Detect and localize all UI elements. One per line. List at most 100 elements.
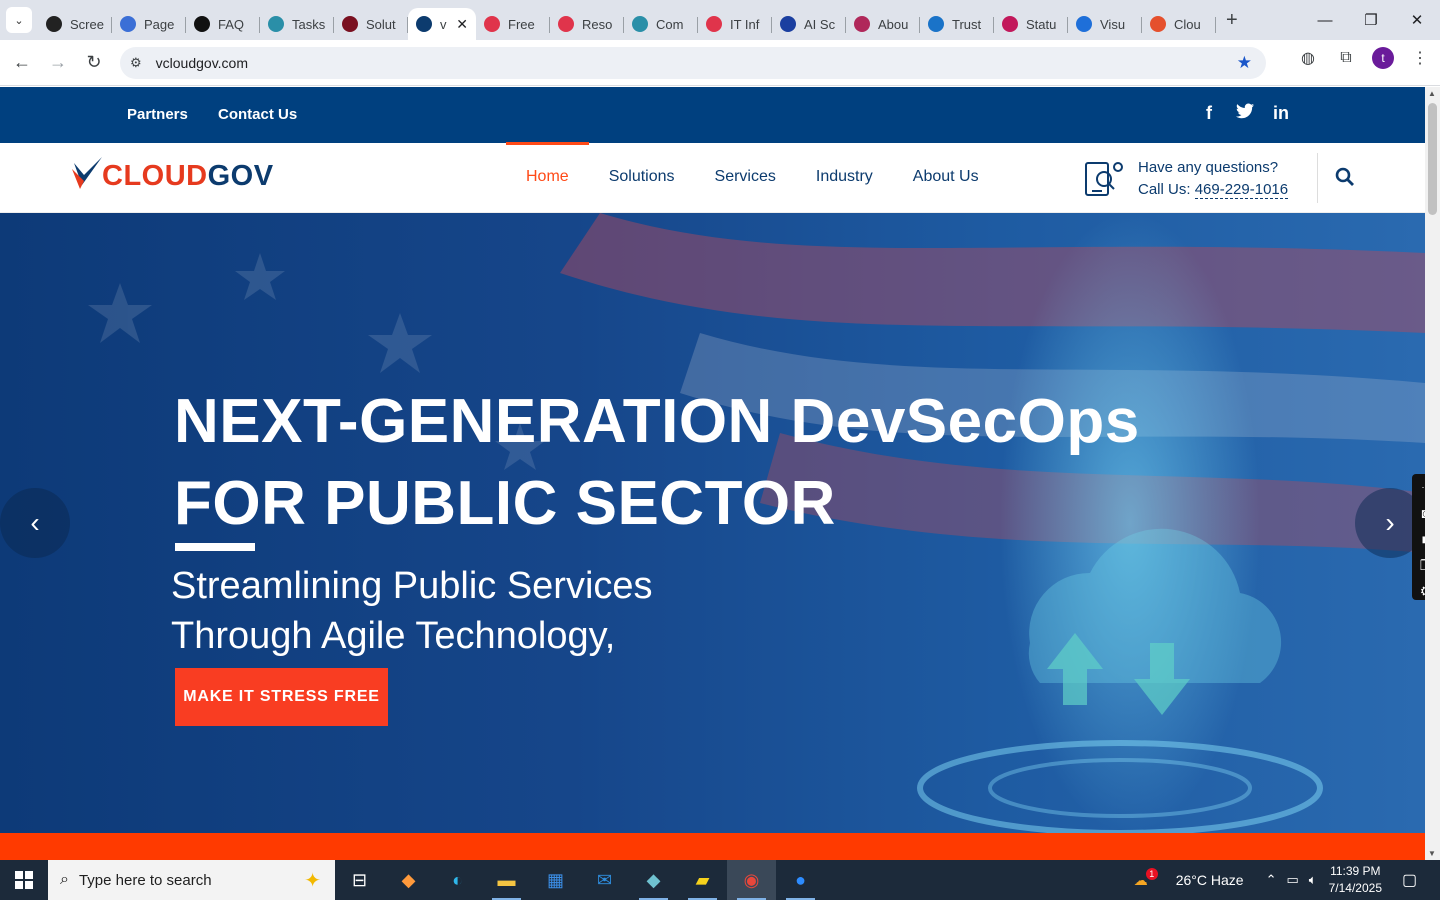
profile-avatar[interactable]: t (1372, 47, 1394, 69)
cloudgov-logo[interactable]: CLOUDGOV (72, 155, 274, 193)
task-view-icon[interactable]: ⊟ (335, 860, 384, 900)
site-info-icon[interactable]: ⚙ (130, 55, 142, 71)
tray-icons: ⌃ ▭ 🔈︎ (1266, 872, 1317, 888)
weather-text: 26°C Haze (1175, 872, 1244, 888)
edge-icon[interactable]: ◐ (433, 860, 482, 900)
twitter-icon[interactable] (1236, 103, 1254, 124)
close-tab-icon[interactable]: ✕ (456, 16, 468, 33)
phone-link[interactable]: 469-229-1016 (1194, 181, 1289, 199)
browser-tab[interactable]: Reso (550, 8, 624, 40)
reload-icon[interactable]: ↻ (76, 45, 112, 81)
system-clock[interactable]: 11:39 PM 7/14/2025 (1329, 863, 1382, 897)
tab-label: Clou (1174, 16, 1201, 32)
scroll-up-icon[interactable]: ▲ (1428, 89, 1436, 98)
scroll-thumb[interactable] (1428, 103, 1437, 215)
nav-solutions[interactable]: Solutions (589, 143, 695, 213)
browser-tab[interactable]: Statu (994, 8, 1068, 40)
browser-tab[interactable]: v ✕ (408, 8, 476, 40)
logo-text: CLOUDGOV (102, 160, 274, 192)
browser-tab[interactable]: Com (624, 8, 698, 40)
main-nav: Home Solutions Services Industry About U… (506, 142, 999, 213)
search-icon: ⌕ (60, 871, 69, 888)
tab-label: IT Inf (730, 16, 760, 32)
new-tab-button[interactable]: + (1226, 9, 1238, 32)
browser-tab[interactable]: IT Inf (698, 8, 772, 40)
browser-tab[interactable]: Solut (334, 8, 408, 40)
browser-tab[interactable]: FAQ (186, 8, 260, 40)
header-divider (1317, 153, 1318, 203)
partners-link[interactable]: Partners (127, 106, 188, 123)
address-bar[interactable]: ⚙ vcloudgov.com ★ (120, 47, 1266, 79)
tab-list: Scree Page FAQ Tasks Solut v ✕ Free Reso Com IT In… (38, 0, 1216, 40)
browser-tab[interactable]: Trust (920, 8, 994, 40)
tab-favicon-icon (194, 16, 210, 32)
copilot-icon[interactable]: ◆ (384, 860, 433, 900)
tab-favicon-icon (780, 16, 796, 32)
tab-favicon-icon (484, 16, 500, 32)
chevron-up-icon[interactable]: ⌃ (1266, 872, 1277, 888)
minimize-icon[interactable]: — (1302, 0, 1348, 40)
browser-tab[interactable]: Scree (38, 8, 112, 40)
tab-favicon-icon (120, 16, 136, 32)
notification-icon[interactable]: ▢ (1402, 870, 1432, 890)
tab-favicon-icon (1150, 16, 1166, 32)
taskbar-apps: ⊟ ◆ ◐ ▬ ▦ ✉ ◆ ▰ ◉ ● (335, 860, 825, 900)
menu-icon[interactable]: ⋮ (1408, 48, 1432, 68)
browser-tab[interactable]: Visu (1068, 8, 1142, 40)
forward-icon[interactable]: → (40, 45, 76, 81)
phone-support-icon (1085, 162, 1123, 196)
restore-icon[interactable]: ❐ (1348, 0, 1394, 40)
call-label: Call Us: (1138, 181, 1191, 198)
page-scrollbar[interactable]: ▲ ▼ (1425, 87, 1440, 860)
contact-us-link[interactable]: Contact Us (218, 106, 297, 123)
orange-section-strip (0, 833, 1425, 860)
store-icon[interactable]: ▦ (531, 860, 580, 900)
back-icon[interactable]: ← (4, 45, 40, 81)
tab-favicon-icon (558, 16, 574, 32)
zoom-icon[interactable]: ● (776, 860, 825, 900)
hero-subtitle: Streamlining Public Services Through Agil… (171, 565, 653, 657)
nav-home[interactable]: Home (506, 142, 589, 213)
nav-services[interactable]: Services (695, 143, 796, 213)
linkedin-icon[interactable]: in (1272, 103, 1290, 124)
slider-prev-button[interactable]: ‹ (0, 488, 70, 558)
weather-widget[interactable]: ☁ 1 26°C Haze (1134, 868, 1244, 889)
nav-about-us[interactable]: About Us (893, 143, 999, 213)
extensions-icon[interactable]: ⧉ (1334, 49, 1358, 67)
tab-favicon-icon (854, 16, 870, 32)
translate-icon[interactable]: ◍ (1296, 48, 1320, 68)
chrome-icon[interactable]: ◉ (727, 860, 776, 900)
tab-search-button[interactable]: ⌄ (6, 7, 32, 33)
chevron-left-icon: ‹ (30, 507, 40, 538)
tab-favicon-icon (416, 16, 432, 32)
browser-tab[interactable]: AI Sc (772, 8, 846, 40)
make-it-stress-free-button[interactable]: MAKE IT STRESS FREE (175, 668, 388, 726)
taskbar-search[interactable]: ⌕ Type here to search ✦ (48, 860, 335, 900)
bookmark-star-icon[interactable]: ★ (1237, 53, 1252, 73)
contact-info: Have any questions? Call Us: 469-229-101… (1084, 157, 1289, 201)
start-button[interactable] (0, 860, 48, 900)
copilot-sparkle-icon[interactable]: ✦ (304, 868, 321, 893)
browser-tab[interactable]: Tasks (260, 8, 334, 40)
network-icon[interactable]: ▭ (1287, 872, 1299, 888)
scroll-down-icon[interactable]: ▼ (1428, 849, 1436, 858)
browser-tab[interactable]: Abou (846, 8, 920, 40)
browser-tab[interactable]: Page (112, 8, 186, 40)
page-viewport: Partners Contact Us f in CLOUDGOV Home S… (0, 87, 1425, 860)
browser-tab[interactable]: Free (476, 8, 550, 40)
nav-industry[interactable]: Industry (796, 143, 893, 213)
close-window-icon[interactable]: ✕ (1394, 0, 1440, 40)
weather-badge: 1 (1145, 868, 1158, 880)
browser-tab[interactable]: Clou (1142, 8, 1216, 40)
url-text[interactable]: vcloudgov.com (156, 55, 248, 71)
sticky-notes-icon[interactable]: ▰ (678, 860, 727, 900)
volume-icon[interactable]: 🔈︎ (1309, 872, 1317, 888)
search-icon[interactable] (1335, 167, 1355, 193)
tab-label: FAQ (218, 16, 245, 32)
mail-icon[interactable]: ✉ (580, 860, 629, 900)
logo-swoosh-icon (72, 157, 102, 189)
browser-tab-strip: ⌄ Scree Page FAQ Tasks Solut v ✕ Free Reso Com IT … (0, 0, 1440, 40)
app-icon[interactable]: ◆ (629, 860, 678, 900)
file-explorer-icon[interactable]: ▬ (482, 860, 531, 900)
facebook-icon[interactable]: f (1200, 103, 1218, 124)
